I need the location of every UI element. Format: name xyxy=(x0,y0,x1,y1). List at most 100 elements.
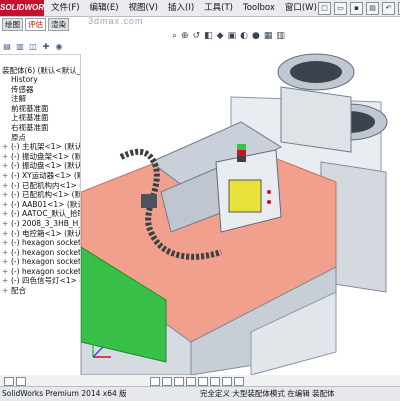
menu-insert[interactable]: 插入(I) xyxy=(167,1,195,15)
menu-window[interactable]: 窗口(W) xyxy=(284,1,318,15)
new-file-icon[interactable]: □ xyxy=(318,2,331,15)
tree-item[interactable]: +(-) AAB01<1> (默认<默 xyxy=(0,200,80,210)
tree-item[interactable]: +(-) 2008_3_3HB_H_SR14 xyxy=(0,219,80,229)
heads-up-view-toolbar: ⌕ ⊕ ↺ ◧ ◆ ▣ ◐ ● ▦ ▥ xyxy=(172,31,285,41)
tree-item[interactable]: 原点 xyxy=(0,133,80,143)
tree-item[interactable]: 传感器 xyxy=(0,84,80,95)
tree-item-label: 上视基准面 xyxy=(11,113,49,123)
expand-toggle-icon[interactable]: + xyxy=(2,248,11,258)
tree-item-label: 传感器 xyxy=(11,84,34,94)
tree-item-label: (-) 已配机构内<1> (默 xyxy=(11,180,80,190)
tree-item[interactable]: +(-) hexagon socket head c xyxy=(0,238,80,248)
menu-edit[interactable]: 编辑(E) xyxy=(89,1,120,15)
expand-toggle-icon[interactable]: + xyxy=(2,209,11,219)
appearance-icon[interactable]: ● xyxy=(252,31,260,41)
dim-xpert-icon[interactable]: ✚ xyxy=(41,42,51,52)
watermark: 3dmax.com xyxy=(88,16,144,26)
model-tab-icon[interactable] xyxy=(4,377,14,386)
tree-item-label: (-) 电控箱<1> (默认<默 xyxy=(11,228,80,238)
display-manager-icon[interactable]: ◉ xyxy=(54,42,64,52)
feature-manager-icon[interactable]: ▤ xyxy=(2,42,12,52)
menu-view[interactable]: 视图(V) xyxy=(128,1,159,15)
start-button xyxy=(267,200,271,204)
tree-item[interactable]: History xyxy=(0,75,80,85)
expand-toggle-icon[interactable]: + xyxy=(2,276,11,286)
property-manager-icon[interactable]: ▥ xyxy=(15,42,25,52)
expand-toggle-icon[interactable]: + xyxy=(2,286,11,296)
print-icon[interactable]: ▤ xyxy=(366,2,379,15)
expand-toggle-icon[interactable]: + xyxy=(2,229,11,239)
tree-item-label: History xyxy=(11,75,38,84)
scene-icon[interactable]: ▦ xyxy=(264,31,273,41)
expand-toggle-icon[interactable]: + xyxy=(2,161,11,171)
expand-toggle-icon[interactable]: + xyxy=(2,190,11,200)
feeder-base xyxy=(280,86,352,153)
expand-toggle-icon[interactable]: + xyxy=(2,219,11,229)
expand-toggle-icon[interactable]: + xyxy=(2,267,11,277)
graphics-area[interactable] xyxy=(81,42,400,375)
view-orientation-icon[interactable]: ◆ xyxy=(217,31,224,41)
two-view-icon[interactable] xyxy=(234,377,244,386)
expand-toggle-icon[interactable]: + xyxy=(2,152,11,162)
tree-item[interactable]: +(-) hexagon socket head c xyxy=(0,248,80,258)
view-tab-strip xyxy=(0,375,400,386)
normal-to-icon[interactable] xyxy=(210,377,220,386)
tab-evaluate[interactable]: 评估 xyxy=(25,18,46,31)
tree-item[interactable]: + (-) 主机架<1> (默认< xyxy=(0,142,80,152)
tree-item[interactable]: +(-) 已配机构<1> (默认 xyxy=(0,190,80,200)
tree-item[interactable]: +(-) 电控箱<1> (默认<默 xyxy=(0,228,80,239)
status-bar: SolidWorks Premium 2014 x64 版 完全定义 大型装配体… xyxy=(0,386,400,401)
menu-toolbox[interactable]: Toolbox xyxy=(242,1,276,15)
undo-icon[interactable]: ↶ xyxy=(382,2,395,15)
config-manager-icon[interactable]: ◫ xyxy=(28,42,38,52)
display-style-icon[interactable]: ▣ xyxy=(228,31,237,41)
menu-file[interactable]: 文件(F) xyxy=(50,1,81,15)
previous-view-icon[interactable]: ↺ xyxy=(193,31,201,41)
expand-toggle-icon[interactable]: + xyxy=(2,200,11,210)
tree-item[interactable]: +(-) 已配机构内<1> (默 xyxy=(0,180,80,191)
hide-show-icon[interactable]: ◐ xyxy=(240,31,248,41)
status-app-version: SolidWorks Premium 2014 x64 版 xyxy=(2,389,127,398)
tree-item-label: (-) XY运动器<1> (默认 xyxy=(11,170,80,180)
tree-item-label: 右视基准面 xyxy=(11,122,49,132)
expand-toggle-icon[interactable]: + xyxy=(2,142,11,152)
motion-study-tab-icon[interactable] xyxy=(16,377,26,386)
open-file-icon[interactable]: ▭ xyxy=(334,2,347,15)
tree-item[interactable]: + 配合 xyxy=(0,286,80,296)
tree-item[interactable]: +(-) 振动盘架<1> (默认 xyxy=(0,151,80,162)
expand-toggle-icon[interactable]: + xyxy=(2,238,11,248)
section-view-icon[interactable]: ◧ xyxy=(204,31,213,41)
tree-item[interactable]: 前视基准面 xyxy=(0,104,80,114)
standard-view-icon[interactable] xyxy=(150,377,160,386)
expand-toggle-icon[interactable]: + xyxy=(2,171,11,181)
tree-item[interactable]: +(-) AATOC_默认_拾取工具 xyxy=(0,209,80,219)
tab-render[interactable]: 渲染 xyxy=(48,18,69,31)
zoom-area-icon[interactable]: ⊕ xyxy=(181,31,189,41)
tab-drawing[interactable]: 绘图 xyxy=(2,18,23,31)
expand-toggle-icon[interactable]: + xyxy=(2,181,11,191)
tree-item[interactable]: +(-) hexagon socket head c xyxy=(0,257,80,267)
feature-manager-tree: 装配体(6) (默认<默认_显示状 History传感器注解前视基准面上视基准面… xyxy=(0,55,81,375)
command-manager-tabs: 绘图 评估 渲染 xyxy=(0,18,80,31)
single-view-icon[interactable] xyxy=(222,377,232,386)
front-view-icon[interactable] xyxy=(162,377,172,386)
tree-item[interactable]: 上视基准面 xyxy=(0,113,80,123)
zoom-fit-icon[interactable]: ⌕ xyxy=(172,31,177,41)
tree-item-label: 配合 xyxy=(11,286,26,296)
tree-item[interactable]: 右视基准面 xyxy=(0,122,80,133)
top-view-icon[interactable] xyxy=(174,377,184,386)
tree-item-label: (-) 振动盘架<1> (默认 xyxy=(11,151,80,161)
expand-toggle-icon[interactable]: + xyxy=(2,257,11,267)
tree-item[interactable]: 注解 xyxy=(0,94,80,104)
save-icon[interactable]: ▪ xyxy=(350,2,363,15)
title-bar: SOLIDWORKS 文件(F) 编辑(E) 视图(V) 插入(I) 工具(T)… xyxy=(0,0,400,17)
tree-item[interactable]: +(-) 四色信号灯<1> (默认 xyxy=(0,276,80,286)
tree-item[interactable]: + (-) 振动盘<1> (默认< xyxy=(0,161,80,171)
menu-tools[interactable]: 工具(T) xyxy=(203,1,234,15)
iso-view-icon[interactable] xyxy=(198,377,208,386)
solidworks-logo[interactable]: SOLIDWORKS xyxy=(0,0,44,16)
view-settings-icon[interactable]: ▥ xyxy=(276,31,285,41)
manager-pane-tabs: ▤ ▥ ◫ ✚ ◉ xyxy=(0,42,82,55)
tree-item[interactable]: +(-) XY运动器<1> (默认 xyxy=(0,170,80,181)
right-view-icon[interactable] xyxy=(186,377,196,386)
